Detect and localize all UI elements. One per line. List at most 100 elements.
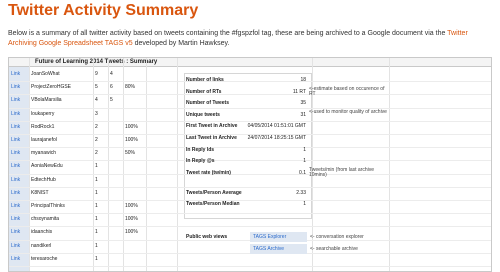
stat-note: <-estimate based on occurence of RT: [309, 86, 385, 97]
user-link[interactable]: Link: [11, 187, 20, 199]
table-row: Link idaanchis 1 100%: [9, 226, 177, 238]
sheet-title: Future of Learning 2014 Tweets : Summary: [35, 59, 158, 65]
intro-text-before: Below is a summary of all twitter activi…: [8, 30, 448, 37]
web-view-row: TAGS Explorer <- conversation explorer: [186, 231, 486, 243]
user-link[interactable]: Link: [11, 200, 20, 212]
percent-value: 100%: [125, 229, 138, 236]
tweet-count: 3: [95, 110, 98, 117]
user-name: myanawich: [31, 150, 57, 157]
user-link[interactable]: Link: [11, 134, 20, 146]
table-row: Link AoniaNewEdu 1: [9, 160, 177, 172]
intro-paragraph: Below is a summary of all twitter activi…: [8, 29, 492, 49]
user-name: EdtechHub: [31, 176, 56, 183]
user-link[interactable]: Link: [11, 240, 20, 252]
user-link[interactable]: Link: [11, 213, 20, 225]
tweet-count: 1: [95, 216, 98, 223]
table-row: Link teresaroche 1: [9, 253, 177, 265]
tweet-count: 4: [95, 97, 98, 104]
mention-count: 4: [110, 71, 113, 77]
summary-spreadsheet: Future of Learning 2014 Tweets : Summary…: [8, 57, 492, 272]
stat-row: Number of links 18: [186, 74, 486, 86]
stat-value: 24/07/2014 18:25:15 GMT: [247, 135, 306, 141]
tweet-count: 1: [95, 229, 98, 236]
tweet-count: 1: [95, 176, 98, 183]
tweet-count: 1: [95, 163, 98, 170]
user-link[interactable]: Link: [11, 160, 20, 172]
user-link[interactable]: Link: [11, 68, 20, 80]
table-row: Link ProjectZeroHGSE 5 6 80%: [9, 81, 177, 93]
stat-value: 1: [303, 158, 306, 164]
tweet-count: 1: [95, 255, 98, 262]
web-view-note: <- searchable archive: [310, 246, 358, 252]
tweet-count: 2: [95, 137, 98, 143]
user-name: nandikerl: [31, 242, 52, 249]
user-name: idaanchis: [31, 229, 53, 236]
stat-note: Tweets/min (from last archive 10mins): [309, 167, 375, 178]
user-link[interactable]: Link: [11, 226, 20, 238]
mention-count: 6: [110, 84, 113, 91]
stat-value: 0.1: [299, 170, 306, 176]
tweet-count: 2: [95, 150, 98, 157]
user-name: RodRock1: [31, 123, 55, 130]
tags-archive-button[interactable]: TAGS Archive: [250, 244, 307, 254]
stat-value: 1: [303, 201, 306, 207]
tweet-count: 5: [95, 84, 98, 91]
stat-note: <-used to monitor quality of archive: [309, 109, 387, 115]
tweet-count: 1: [95, 203, 98, 209]
table-row: Link RodRock1 2 100%: [9, 121, 177, 133]
percent-value: 100%: [125, 203, 138, 209]
web-view-note: <- conversation explorer: [310, 234, 364, 240]
percent-value: 50%: [125, 150, 136, 157]
mention-count: 5: [110, 97, 113, 104]
stat-row: First Tweet in Archive 04/05/2014 01:51:0…: [186, 120, 486, 132]
web-view-row: TAGS Archive <- searchable archive: [186, 243, 486, 255]
tweet-count: 1: [95, 189, 98, 196]
stat-value: 35: [300, 100, 306, 106]
percent-value: 100%: [125, 216, 138, 223]
table-row: Link myanawich 2 50%: [9, 147, 177, 159]
stat-value: 04/05/2014 01:51:01 GMT: [247, 123, 306, 129]
table-row: Link PrincipalThinks 1 100%: [9, 200, 177, 212]
stat-row: Tweet rate (tw/min) 0.1 Tweets/min (from l…: [186, 167, 486, 179]
user-link[interactable]: Link: [11, 147, 20, 159]
intro-text-after: developed by Martin Hawksey.: [132, 40, 230, 47]
user-link[interactable]: Link: [11, 108, 20, 120]
tags-explorer-button[interactable]: TAGS Explorer: [250, 232, 307, 242]
table-row: Link VBolaMarsilia 4 5: [9, 94, 177, 106]
user-link[interactable]: Link: [11, 94, 20, 106]
stat-row: In Reply @s 1: [186, 155, 486, 167]
user-name: chsoynamita: [31, 216, 60, 223]
table-row: Link nandikerl 1: [9, 240, 177, 252]
table-row: Link K8NIST 1: [9, 187, 177, 199]
user-name: JoanSoWhat: [31, 71, 60, 77]
stat-row: Number of Tweets 35: [186, 97, 486, 109]
user-link[interactable]: Link: [11, 81, 20, 93]
stat-row: Tweets/Person Median 1: [186, 198, 486, 210]
percent-value: 80%: [125, 84, 136, 91]
user-name: laurajanefol: [31, 137, 57, 143]
user-link[interactable]: Link: [11, 174, 20, 186]
page-title: Twitter Activity Summary: [8, 2, 199, 19]
tweet-count: 9: [95, 71, 98, 77]
user-name: AoniaNewEdu: [31, 163, 63, 170]
user-name: PrincipalThinks: [31, 203, 65, 209]
user-name: loukaperry: [31, 110, 55, 117]
table-row: Link laurajanefol 2 100%: [9, 134, 177, 146]
stat-value: 18: [300, 77, 306, 83]
user-name: teresaroche: [31, 255, 58, 262]
table-row: Link EdtechHub 1: [9, 174, 177, 186]
tweet-count: 1: [95, 242, 98, 249]
user-name: K8NIST: [31, 189, 49, 196]
user-link[interactable]: Link: [11, 121, 20, 133]
stat-row: Last Tweet in Archive 24/07/2014 18:25:15…: [186, 132, 486, 144]
table-row: Link loukaperry 3: [9, 108, 177, 120]
percent-value: 100%: [125, 123, 138, 130]
table-row: Link JoanSoWhat 9 4: [9, 68, 177, 80]
row-divider: [9, 266, 491, 267]
percent-value: 100%: [125, 137, 138, 143]
user-link[interactable]: Link: [11, 253, 20, 265]
sheet-header: Future of Learning 2014 Tweets : Summary: [9, 58, 491, 67]
tweet-count: 2: [95, 123, 98, 130]
table-row: Link chsoynamita 1 100%: [9, 213, 177, 225]
user-name: VBolaMarsilia: [31, 97, 62, 104]
